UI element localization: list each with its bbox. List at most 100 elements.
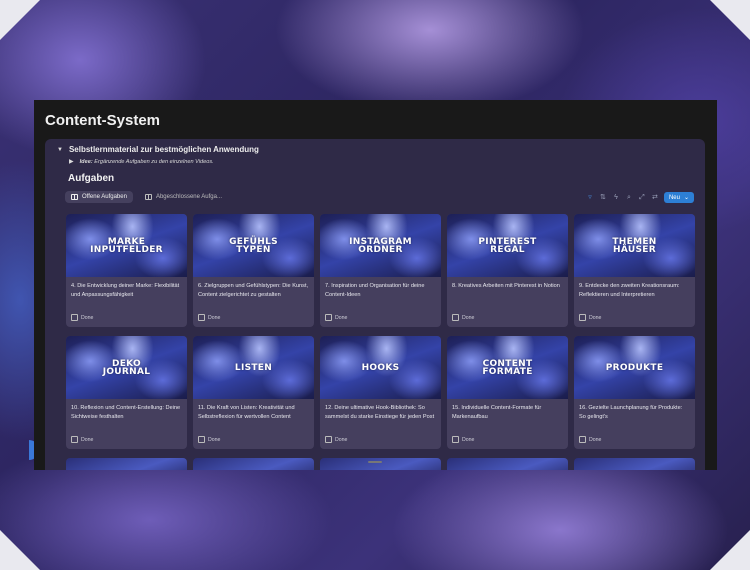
checkbox-label: Done xyxy=(462,314,475,321)
tab-abgeschlossene-aufgaben[interactable]: Abgeschlossene Aufga... xyxy=(139,191,228,203)
toggle-header[interactable]: ▼ Selbstlernmaterial zur bestmöglichen A… xyxy=(57,145,259,154)
checkbox-label: Done xyxy=(208,314,221,321)
gallery-view-icon xyxy=(144,194,152,200)
gallery-card-partial[interactable] xyxy=(320,458,441,470)
card-cover: HOOKS xyxy=(320,336,441,399)
checkbox-label: Done xyxy=(81,436,94,443)
done-checkbox-row[interactable]: Done xyxy=(325,314,347,321)
gallery-card[interactable]: THEMEN HÄUSER 9. Entdecke den zweiten Kr… xyxy=(574,214,695,327)
done-checkbox-row[interactable]: Done xyxy=(579,314,601,321)
gallery-card[interactable]: CONTENT FORMATE 15. Individuelle Content… xyxy=(447,336,568,449)
checkbox-label: Done xyxy=(589,436,602,443)
done-checkbox-row[interactable]: Done xyxy=(198,314,220,321)
card-cover: THEMEN HÄUSER xyxy=(574,214,695,277)
done-checkbox[interactable] xyxy=(325,436,332,443)
done-checkbox-row[interactable]: Done xyxy=(71,436,93,443)
settings-icon[interactable]: ⇄ xyxy=(651,193,659,203)
cover-label: PRODUKTE xyxy=(605,362,664,373)
done-checkbox-row[interactable]: Done xyxy=(452,314,474,321)
cover-label: HOOKS xyxy=(361,362,400,373)
gallery-card-partial[interactable] xyxy=(447,458,568,470)
idea-description: Ergänzende Aufgaben zu den einzelnen Vid… xyxy=(94,158,214,165)
done-checkbox[interactable] xyxy=(71,314,78,321)
card-cover: GEFÜHLS TYPEN xyxy=(193,214,314,277)
gallery-card[interactable]: PRODUKTE 16. Gezielte Launchplanung für … xyxy=(574,336,695,449)
card-title: 6. Zielgruppen und Gefühlstypen: Die Kun… xyxy=(198,283,309,298)
database-title[interactable]: Aufgaben xyxy=(68,173,114,184)
toggle-triangle-icon[interactable]: ▼ xyxy=(57,147,63,153)
done-checkbox-row[interactable]: Done xyxy=(71,314,93,321)
search-icon[interactable]: ⌕ xyxy=(625,193,633,203)
done-checkbox[interactable] xyxy=(198,436,205,443)
notion-window: Content-System ▼ Selbstlernmaterial zur … xyxy=(34,100,717,470)
cover-label: THEMEN HÄUSER xyxy=(612,236,657,255)
card-cover: PINTEREST REGAL xyxy=(447,214,568,277)
checkbox-label: Done xyxy=(462,436,475,443)
checkbox-label: Done xyxy=(335,436,348,443)
cover-label: INSTAGRAM ORDNER xyxy=(349,236,412,255)
cover-label: LISTEN xyxy=(234,362,273,373)
checkbox-label: Done xyxy=(208,436,221,443)
toggle-block: ▼ Selbstlernmaterial zur bestmöglichen A… xyxy=(45,139,705,470)
new-button[interactable]: Neu ⌄ xyxy=(663,192,694,203)
chevron-down-icon[interactable]: ⌄ xyxy=(684,194,689,201)
cover-label: MARKE INPUTFELDER xyxy=(90,236,163,255)
checkbox-label: Done xyxy=(335,314,348,321)
card-cover: INSTAGRAM ORDNER xyxy=(320,214,441,277)
card-cover: PRODUKTE xyxy=(574,336,695,399)
gallery-card-partial[interactable] xyxy=(574,458,695,470)
done-checkbox[interactable] xyxy=(71,436,78,443)
card-cover: DEKO JOURNAL xyxy=(66,336,187,399)
card-title: 8. Kreatives Arbeiten mit Pinterest in N… xyxy=(452,283,560,289)
expand-icon[interactable]: ⤢ xyxy=(638,193,646,203)
card-cover: LISTEN xyxy=(193,336,314,399)
gallery-card[interactable]: GEFÜHLS TYPEN 6. Zielgruppen und Gefühls… xyxy=(193,214,314,327)
idea-text: Idee: Ergänzende Aufgaben zu den einzeln… xyxy=(80,159,214,165)
done-checkbox-row[interactable]: Done xyxy=(325,436,347,443)
gallery-card-partial[interactable] xyxy=(66,458,187,470)
done-checkbox-row[interactable]: Done xyxy=(198,436,220,443)
idea-label: Idee: xyxy=(79,158,93,165)
toggle-triangle-right-icon[interactable]: ▶ xyxy=(69,158,74,165)
done-checkbox[interactable] xyxy=(325,314,332,321)
filter-icon[interactable]: ▿ xyxy=(586,193,594,203)
gallery-view-icon xyxy=(71,194,78,200)
gallery-card-partial[interactable] xyxy=(193,458,314,470)
gallery-grid: MARKE INPUTFELDER 4. Die Entwicklung dei… xyxy=(66,214,695,449)
gallery-card[interactable]: LISTEN 11. Die Kraft von Listen: Kreativ… xyxy=(193,336,314,449)
scroll-handle[interactable] xyxy=(368,461,382,463)
done-checkbox[interactable] xyxy=(452,436,459,443)
checkbox-label: Done xyxy=(589,314,602,321)
gallery-card[interactable]: PINTEREST REGAL 8. Kreatives Arbeiten mi… xyxy=(447,214,568,327)
gallery-card[interactable]: INSTAGRAM ORDNER 7. Inspiration und Orga… xyxy=(320,214,441,327)
database-toolbar: ▿ ⇅ ϟ ⌕ ⤢ ⇄ Neu ⌄ xyxy=(586,192,694,203)
done-checkbox[interactable] xyxy=(579,436,586,443)
card-title: 12. Deine ultimative Hook-Bibliothek: So… xyxy=(325,405,435,420)
gallery-card[interactable]: HOOKS 12. Deine ultimative Hook-Biblioth… xyxy=(320,336,441,449)
done-checkbox[interactable] xyxy=(579,314,586,321)
card-cover: MARKE INPUTFELDER xyxy=(66,214,187,277)
done-checkbox-row[interactable]: Done xyxy=(452,436,474,443)
card-title: 10. Reflexion und Content-Erstellung: De… xyxy=(71,405,181,420)
done-checkbox[interactable] xyxy=(198,314,205,321)
new-button-label: Neu xyxy=(668,194,680,201)
cover-label: CONTENT FORMATE xyxy=(482,358,533,377)
tab-label: Abgeschlossene Aufga... xyxy=(155,194,222,200)
done-checkbox-row[interactable]: Done xyxy=(579,436,601,443)
cover-label: DEKO JOURNAL xyxy=(102,358,151,377)
card-title: 7. Inspiration und Organisation für dein… xyxy=(325,283,425,298)
card-cover: CONTENT FORMATE xyxy=(447,336,568,399)
gallery-card[interactable]: DEKO JOURNAL 10. Reflexion und Content-E… xyxy=(66,336,187,449)
tab-offene-aufgaben[interactable]: Offene Aufgaben xyxy=(65,191,133,203)
gallery-next-row xyxy=(66,458,695,470)
view-tabs: Offene Aufgaben Abgeschlossene Aufga... xyxy=(65,191,228,203)
card-title: 4. Die Entwicklung deiner Marke: Flexibi… xyxy=(71,283,180,298)
idea-row[interactable]: ▶ Idee: Ergänzende Aufgaben zu den einze… xyxy=(69,158,214,166)
card-title: 11. Die Kraft von Listen: Kreativität un… xyxy=(198,405,295,420)
done-checkbox[interactable] xyxy=(452,314,459,321)
gallery-card[interactable]: MARKE INPUTFELDER 4. Die Entwicklung dei… xyxy=(66,214,187,327)
card-title: 15. Individuelle Content-Formate für Mar… xyxy=(452,405,542,420)
sort-icon[interactable]: ⇅ xyxy=(599,193,607,203)
cover-label: PINTEREST REGAL xyxy=(478,236,537,255)
lightning-icon[interactable]: ϟ xyxy=(612,193,620,203)
